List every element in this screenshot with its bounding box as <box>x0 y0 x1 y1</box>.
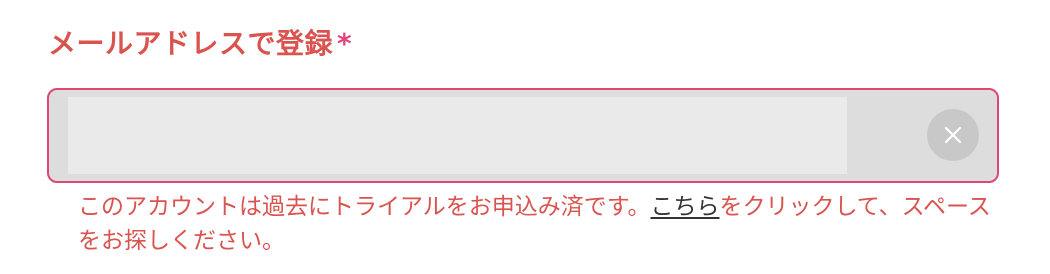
error-link[interactable]: こちら <box>650 194 719 220</box>
email-field-label-text: メールアドレスで登録 <box>48 27 334 60</box>
error-message: このアカウントは過去にトライアルをお申込み済です。こちらをクリックして、スペース… <box>78 190 998 258</box>
clear-input-button[interactable] <box>927 109 979 161</box>
email-registration-form: メールアドレスで登録 * このアカウントは過去にトライアルをお申込み済です。こちら… <box>0 0 1050 274</box>
error-text-before: このアカウントは過去にトライアルをお申込み済です。 <box>78 194 651 220</box>
required-mark: * <box>337 27 353 60</box>
email-input-wrapper <box>47 88 999 183</box>
email-field-label: メールアドレスで登録 * <box>48 22 352 66</box>
email-input[interactable] <box>68 97 847 174</box>
close-icon <box>944 126 962 144</box>
